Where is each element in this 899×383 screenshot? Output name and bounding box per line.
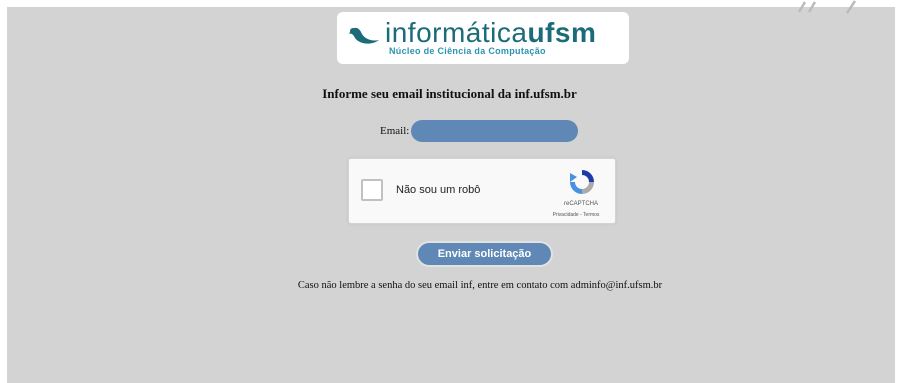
- recaptcha-brand: reCAPTCHA: [563, 201, 598, 207]
- recaptcha-widget: Não sou um robô reCAPTCHA Privacidade - …: [348, 158, 616, 224]
- email-label: Email:: [380, 125, 410, 137]
- submit-request-button[interactable]: Enviar solicitação: [418, 243, 551, 265]
- recaptcha-logo-icon: [570, 170, 594, 194]
- corner-decoration: [797, 0, 857, 14]
- email-input[interactable]: [411, 120, 579, 142]
- page-heading: Informe seu email institucional da inf.u…: [322, 86, 577, 101]
- logo-subtitle: Núcleo de Ciência da Computação: [389, 46, 546, 56]
- recaptcha-checkbox[interactable]: [361, 179, 383, 201]
- logo-text: informáticaufsm: [385, 18, 596, 48]
- email-row: Email:: [380, 120, 579, 142]
- recaptcha-label: Não sou um robô: [396, 184, 481, 196]
- logo-text-informatica: informática: [385, 17, 528, 48]
- swoosh-logo-icon: [349, 27, 379, 44]
- recaptcha-terms-link[interactable]: Privacidade - Termos: [539, 212, 613, 218]
- logo-banner: informáticaufsm Núcleo de Ciência da Com…: [337, 12, 629, 64]
- help-text: Caso não lembre a senha do seu email inf…: [297, 280, 663, 291]
- logo-text-ufsm: ufsm: [527, 17, 597, 48]
